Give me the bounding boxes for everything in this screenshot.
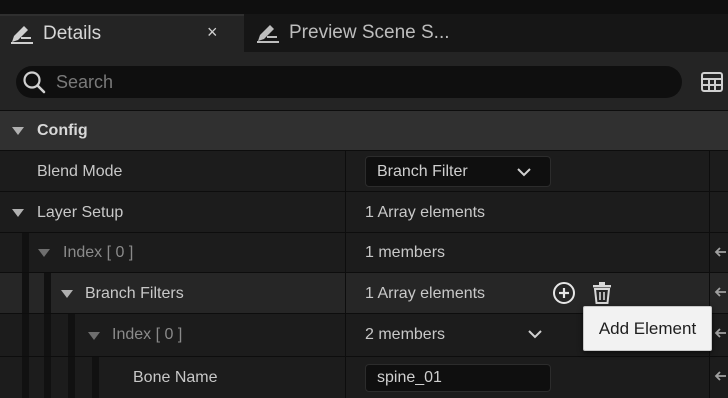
- indent-guide: [22, 273, 29, 313]
- name-cell: Index [ 0 ]: [0, 233, 345, 272]
- pencil-icon: [255, 22, 281, 44]
- table-view-icon[interactable]: [700, 70, 724, 94]
- name-cell: Blend Mode: [0, 151, 345, 191]
- indent-guide: [44, 273, 51, 313]
- value-cell: 1 Array elements: [345, 192, 710, 232]
- property-label: Branch Filters: [85, 285, 184, 302]
- dropdown-value: Branch Filter: [377, 163, 468, 180]
- value-cell: Branch Filter: [345, 151, 710, 191]
- add-element-button[interactable]: [551, 280, 577, 306]
- value-cell: 1 members: [345, 233, 710, 272]
- property-row-bone-name: Bone Name: [0, 356, 728, 398]
- add-element-tooltip: Add Element: [583, 306, 712, 351]
- property-label: Bone Name: [133, 369, 218, 386]
- indent-guide: [68, 314, 75, 356]
- property-row-index-0[interactable]: Index [ 0 ] 1 members: [0, 232, 728, 272]
- reset-to-default-icon[interactable]: [714, 285, 728, 299]
- indent-guide: [22, 233, 29, 272]
- reset-cell: [709, 357, 728, 398]
- array-count-label: 1 Array elements: [365, 204, 486, 221]
- indent-guide: [22, 314, 29, 356]
- array-count-label: 1 Array elements: [365, 285, 486, 302]
- index-label: Index [ 0 ]: [63, 244, 134, 261]
- property-row-layer-setup[interactable]: Layer Setup 1 Array elements: [0, 191, 728, 232]
- value-cell: [345, 357, 710, 398]
- tab-details[interactable]: Details ×: [0, 14, 244, 52]
- close-icon[interactable]: ×: [207, 22, 218, 43]
- index-label: Index [ 0 ]: [112, 326, 183, 343]
- indent-guide: [68, 357, 75, 398]
- property-label: Layer Setup: [37, 204, 124, 221]
- search-input[interactable]: [56, 68, 656, 96]
- tab-preview-label: Preview Scene S...: [289, 22, 450, 43]
- indent-guide: [22, 357, 29, 398]
- chevron-down-icon[interactable]: [526, 325, 544, 343]
- name-cell: Layer Setup: [0, 192, 345, 232]
- reset-to-default-icon[interactable]: [714, 245, 728, 259]
- members-count-label: 2 members: [365, 326, 446, 343]
- collapse-arrow-icon[interactable]: [12, 127, 24, 135]
- name-cell: Index [ 0 ]: [0, 314, 345, 356]
- collapse-arrow-icon[interactable]: [12, 209, 24, 217]
- reset-cell: [709, 233, 728, 272]
- reset-to-default-icon[interactable]: [714, 369, 728, 383]
- top-strip: [0, 0, 728, 14]
- tab-preview-scene-settings[interactable]: Preview Scene S...: [246, 14, 728, 52]
- collapse-arrow-icon[interactable]: [61, 290, 73, 298]
- category-label: Config: [37, 122, 88, 139]
- reset-to-default-icon[interactable]: [714, 326, 728, 340]
- reset-cell: [709, 192, 728, 232]
- pencil-icon: [9, 23, 35, 45]
- collapse-arrow-icon[interactable]: [38, 249, 50, 257]
- trash-icon[interactable]: [589, 280, 615, 306]
- reset-cell: [709, 151, 728, 191]
- name-cell: Branch Filters: [0, 273, 345, 313]
- search-icon: [22, 70, 48, 94]
- collapse-arrow-icon[interactable]: [88, 332, 100, 340]
- blend-mode-dropdown[interactable]: Branch Filter: [365, 156, 551, 187]
- property-label: Blend Mode: [37, 163, 123, 180]
- property-row-blend-mode: Blend Mode Branch Filter: [0, 150, 728, 191]
- category-config[interactable]: Config: [0, 110, 728, 150]
- indent-guide: [92, 357, 99, 398]
- chevron-down-icon: [516, 164, 532, 180]
- name-cell: Bone Name: [0, 357, 345, 398]
- tab-details-label: Details: [43, 23, 102, 44]
- indent-guide: [44, 357, 51, 398]
- members-count-label: 1 members: [365, 244, 446, 261]
- bone-name-field[interactable]: [365, 364, 551, 392]
- indent-guide: [44, 314, 51, 356]
